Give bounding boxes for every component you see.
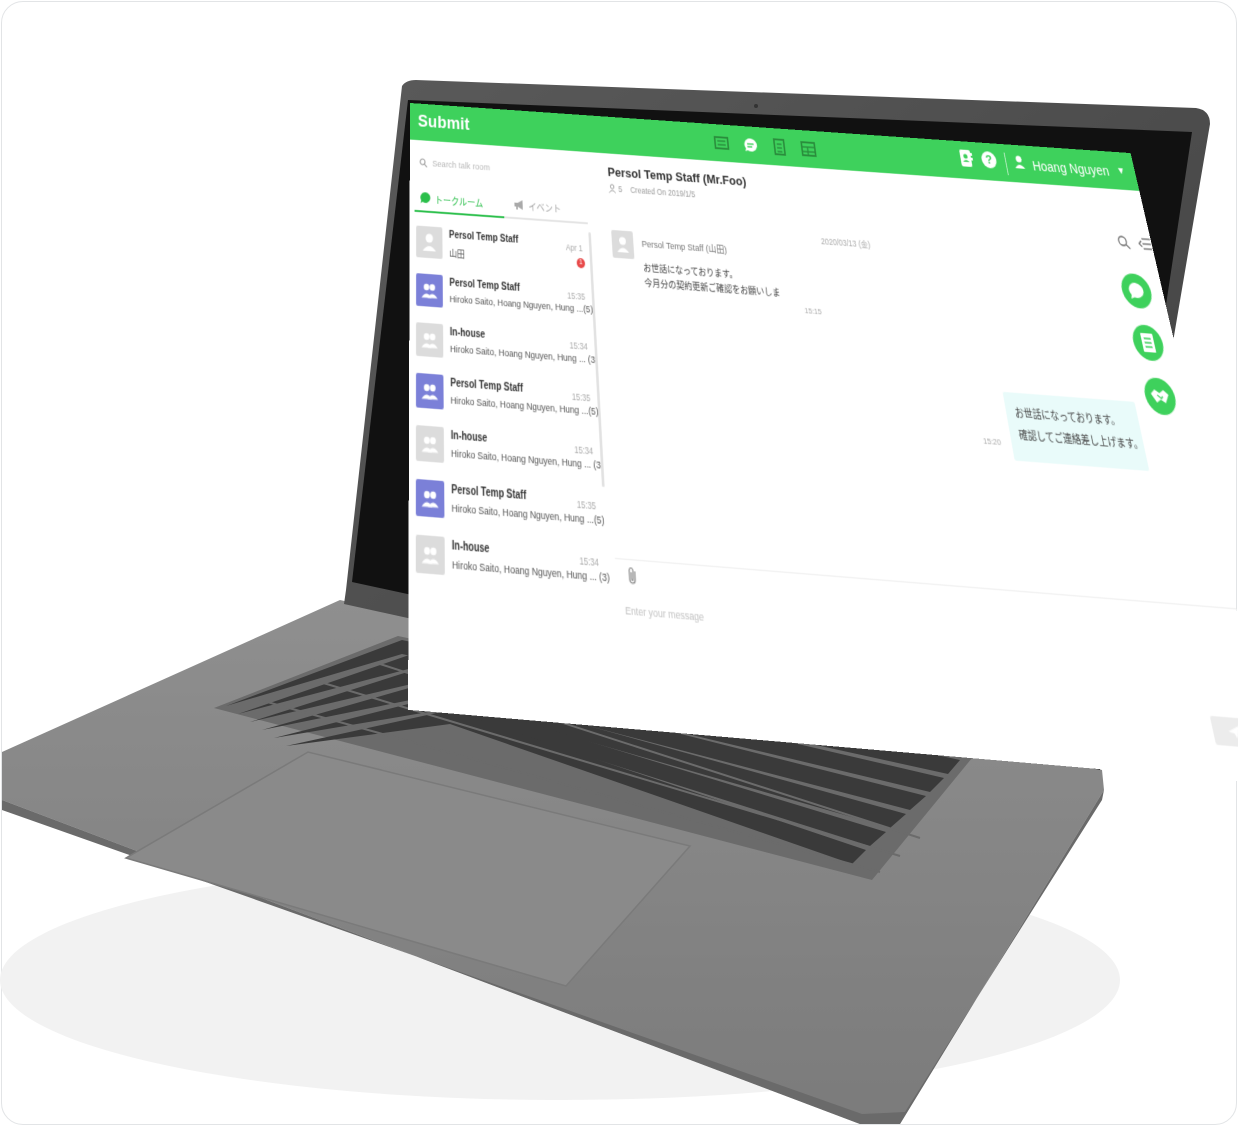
room-time: 15:35 — [567, 290, 585, 302]
sidebar-tabs: トークルーム イベント — [415, 183, 588, 224]
chat-list-icon[interactable] — [712, 133, 732, 153]
group-avatar — [416, 425, 444, 463]
chevron-down-icon[interactable]: ▼ — [1116, 166, 1126, 177]
top-nav — [712, 133, 819, 159]
tab-event[interactable]: イベント — [513, 194, 561, 219]
top-separator — [1003, 152, 1008, 175]
person-avatar — [416, 226, 442, 260]
document-fab-icon — [1139, 332, 1158, 354]
search-icon — [419, 158, 427, 168]
group-avatar — [416, 373, 444, 410]
room-time: Apr 1 — [566, 242, 583, 253]
screen-app: Submit ? Hoang Nguyen ▼ Search talk room… — [408, 103, 1238, 784]
conversation-search-icon[interactable] — [1117, 235, 1133, 255]
group-avatar — [416, 535, 445, 576]
chat-bubble-icon[interactable] — [741, 135, 761, 155]
room-name: In-house — [450, 327, 485, 341]
chat-fab-icon — [1126, 281, 1147, 301]
group-avatar — [416, 273, 443, 308]
tab-talk-room[interactable]: トークルーム — [419, 187, 483, 213]
room-name: Persol Temp Staff — [449, 278, 520, 294]
group-icon — [421, 331, 438, 349]
person-icon — [422, 232, 437, 253]
group-icon — [421, 544, 439, 565]
room-members: 山田 — [449, 246, 465, 261]
table-icon[interactable] — [798, 139, 818, 159]
tab-talk-room-label: トークルーム — [435, 192, 483, 210]
unread-badge: 1 — [576, 258, 585, 269]
room-name: Persol Temp Staff — [449, 230, 519, 246]
send-icon — [1226, 724, 1238, 741]
user-name[interactable]: Hoang Nguyen — [1031, 158, 1111, 178]
room-time: 15:35 — [577, 499, 597, 512]
room-list: Persol Temp Staff 山田 Apr 1 1 Persol Temp Sta… — [409, 219, 614, 601]
help-icon[interactable]: ? — [979, 150, 1000, 175]
handshake-fab-button[interactable] — [1141, 377, 1179, 416]
room-name: In-house — [451, 430, 488, 445]
room-time: 15:34 — [574, 444, 593, 457]
megaphone-icon — [513, 199, 524, 211]
group-icon — [421, 382, 438, 401]
room-name: Persol Temp Staff — [450, 378, 523, 395]
chat-icon — [419, 191, 430, 205]
outgoing-message-time: 15:20 — [982, 436, 1002, 447]
group-icon — [421, 434, 439, 453]
room-time: 15:34 — [569, 340, 588, 352]
date-divider: 2020/03/13 (金) — [820, 235, 871, 250]
room-time: 15:35 — [572, 391, 591, 403]
person-icon — [616, 235, 630, 254]
sender-avatar[interactable] — [611, 230, 634, 259]
contact-book-icon[interactable] — [958, 148, 975, 172]
room-name: In-house — [452, 540, 490, 556]
search-box[interactable]: Search talk room — [419, 153, 580, 183]
attachment-icon[interactable] — [626, 566, 639, 592]
members-icon — [608, 184, 616, 194]
chat-fab-button[interactable] — [1118, 273, 1155, 310]
group-icon — [421, 488, 439, 508]
page: Submit ? Hoang Nguyen ▼ Search talk room… — [0, 0, 1238, 1126]
group-avatar — [416, 479, 445, 518]
document-fab-button[interactable] — [1129, 324, 1166, 362]
send-button[interactable] — [1210, 716, 1238, 749]
camera-icon — [754, 104, 758, 108]
brand-logo[interactable]: Submit — [418, 112, 470, 136]
document-icon[interactable] — [770, 137, 790, 157]
handshake-fab-icon — [1148, 387, 1171, 406]
group-avatar — [416, 322, 443, 358]
composer-divider — [615, 558, 1237, 610]
message-sender: Persol Temp Staff (山田) — [641, 236, 727, 256]
search-input[interactable]: Search talk room — [432, 158, 490, 172]
group-icon — [421, 282, 438, 300]
tab-event-label: イベント — [528, 198, 561, 215]
sidebar: Search talk room トークルーム イベント Persol Temp… — [408, 140, 624, 729]
room-time: 15:34 — [579, 555, 599, 569]
user-icon[interactable] — [1013, 155, 1026, 174]
created-date: Created On 2019/1/5 — [630, 185, 695, 199]
room-name: Persol Temp Staff — [451, 484, 526, 503]
message-input[interactable]: Enter your message — [625, 604, 705, 624]
member-count[interactable]: 5 — [618, 184, 622, 194]
top-right-controls: ? Hoang Nguyen ▼ — [958, 148, 1128, 183]
incoming-message-time: 15:15 — [804, 306, 822, 317]
conversation-meta: 5 Created On 2019/1/5 — [608, 184, 695, 200]
